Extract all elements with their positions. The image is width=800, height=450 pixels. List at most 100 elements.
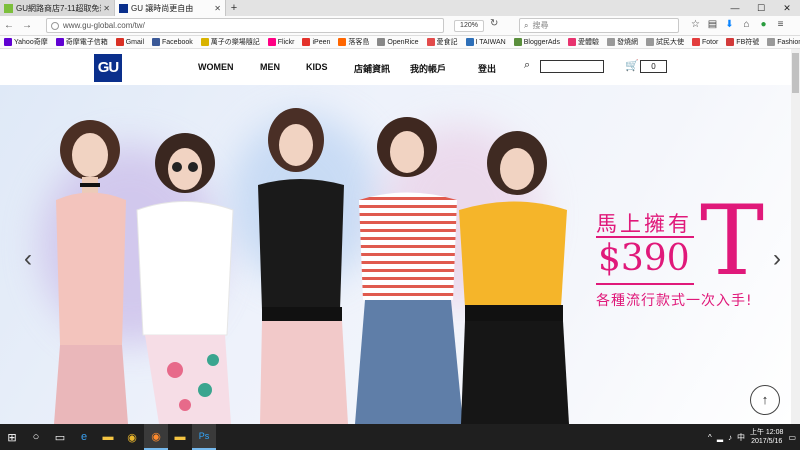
tray-chevron-icon[interactable]: ^ [708, 433, 712, 442]
url-text: www.gu-global.com/tw/ [63, 21, 145, 30]
tab-bar: GU網路商店7-11超取免運費 ✕ GU 讓時尚更自由 ✕ + — ☐ ✕ [0, 0, 800, 16]
bookmark-item[interactable]: OpenRice [373, 38, 422, 46]
firefox-icon[interactable]: ◉ [144, 424, 168, 450]
clock-time: 上午 12:08 [749, 429, 784, 436]
file-explorer-icon[interactable]: ▬ [96, 424, 120, 450]
taskbar: ⊞ ○ ▭ e ▬ ◉ ◉ ▬ Ps ^ ▂ ♪ 中 上午 12:08 2017… [0, 424, 800, 450]
bookmark-item[interactable]: 發燒網 [603, 37, 642, 47]
close-tab-icon[interactable]: ✕ [103, 4, 110, 13]
bookmark-item[interactable]: FashionGuide [763, 38, 800, 46]
nav-my-account[interactable]: 我的帳戶 [410, 62, 446, 75]
model-white-top [136, 133, 234, 424]
bookmark-item[interactable]: FB符號 [722, 37, 763, 47]
page-scrollbar[interactable] [791, 49, 800, 424]
bookmark-favicon-icon [152, 38, 161, 46]
close-window-icon[interactable]: ✕ [774, 0, 800, 16]
tab-gu-home[interactable]: GU 讓時尚更自由 ✕ [115, 0, 226, 16]
search-box[interactable]: ⌕ 搜尋 [519, 18, 679, 33]
bookmark-item[interactable]: Fotor [688, 38, 722, 46]
bookmark-label: 落客島 [348, 39, 370, 46]
new-tab-button[interactable]: + [226, 0, 242, 16]
toolbar-icons: ☆ ▤ ⬇ ⌂ ● ≡ [688, 19, 788, 30]
model-yellow-top [459, 131, 569, 424]
prev-slide-icon[interactable]: ‹ [24, 245, 32, 273]
zoom-level[interactable]: 120% [454, 20, 484, 32]
reload-icon[interactable]: ↻ [490, 18, 498, 29]
bookmark-item[interactable]: iPeen [298, 38, 334, 46]
bookmark-item[interactable]: Flickr [264, 38, 299, 46]
bookmark-favicon-icon [767, 38, 776, 46]
site-search-input[interactable] [540, 60, 604, 73]
ime-icon[interactable]: 中 [737, 432, 745, 443]
tab-gu-shop[interactable]: GU網路商店7-11超取免運費 ✕ [0, 0, 115, 16]
bookmark-star-icon[interactable]: ☆ [688, 19, 703, 30]
bookmark-item[interactable]: 愛體驗 [564, 37, 603, 47]
bookmark-item[interactable]: Facebook [148, 38, 197, 46]
edge-icon[interactable]: e [72, 424, 96, 450]
bookmark-item[interactable]: 試民大使 [642, 37, 688, 47]
bookmark-label: Facebook [162, 38, 193, 46]
promo-price: $390 [598, 238, 690, 279]
library-icon[interactable]: ▤ [705, 19, 720, 30]
bookmark-favicon-icon [645, 38, 654, 46]
site-info-icon[interactable] [51, 21, 59, 30]
window-controls: — ☐ ✕ [722, 0, 800, 16]
search-icon[interactable]: ○ [24, 424, 48, 450]
network-icon[interactable]: ▂ [717, 433, 723, 442]
clock[interactable]: 上午 12:08 2017/5/16 [750, 428, 783, 446]
promo-subline: 各種流行款式一次入手! [596, 293, 753, 309]
bookmark-favicon-icon [726, 38, 735, 46]
minimize-icon[interactable]: — [722, 0, 748, 16]
back-to-top-button[interactable]: ↑ [750, 385, 780, 415]
gu-logo[interactable]: GU [94, 54, 122, 82]
bookmark-label: 萬子の樂場隨記 [210, 39, 260, 46]
system-tray: ^ ▂ ♪ 中 上午 12:08 2017/5/16 ▭ [708, 424, 796, 450]
nav-store-info[interactable]: 店鋪資訊 [354, 62, 390, 75]
bookmark-item[interactable]: BloggerAds [510, 38, 564, 46]
nav-logout[interactable]: 登出 [478, 62, 496, 75]
scroll-thumb[interactable] [792, 53, 799, 93]
folder-icon[interactable]: ▬ [168, 424, 192, 450]
bookmark-item[interactable]: 愛食記 [423, 37, 462, 47]
menu-icon[interactable]: ≡ [773, 19, 788, 30]
bookmark-item[interactable]: Yahoo奇摩 [0, 37, 52, 47]
volume-icon[interactable]: ♪ [728, 433, 732, 442]
windows-start-icon[interactable]: ⊞ [0, 424, 24, 450]
extension-icon[interactable]: ● [756, 19, 771, 30]
back-icon[interactable]: ← [0, 20, 18, 31]
cart-count[interactable]: 0 [640, 60, 667, 73]
bookmark-favicon-icon [426, 38, 435, 46]
home-icon[interactable]: ⌂ [739, 19, 754, 30]
close-tab-icon[interactable]: ✕ [214, 4, 221, 13]
bookmark-item[interactable]: I TAIWAN [462, 38, 510, 46]
cart-icon[interactable]: 🛒 [625, 59, 639, 72]
promo-big-letter: T [700, 185, 765, 297]
bookmark-item[interactable]: 奇摩電子信箱 [52, 37, 112, 47]
search-placeholder: 搜尋 [532, 21, 549, 30]
bookmark-label: 試民大使 [655, 39, 684, 46]
gu-favicon-icon [119, 3, 128, 13]
nav-men[interactable]: MEN [260, 62, 280, 72]
clock-date: 2017/5/16 [751, 438, 783, 445]
nav-women[interactable]: WOMEN [198, 62, 234, 72]
address-bar[interactable]: www.gu-global.com/tw/ [46, 18, 444, 33]
nav-kids[interactable]: KIDS [306, 62, 328, 72]
bookmark-item[interactable]: 萬子の樂場隨記 [197, 37, 264, 47]
bookmark-label: Fotor [701, 38, 719, 46]
promo-headline: 馬上擁有 [596, 212, 692, 236]
download-icon[interactable]: ⬇ [722, 19, 737, 30]
task-view-icon[interactable]: ▭ [48, 424, 72, 450]
chrome-icon[interactable]: ◉ [120, 424, 144, 450]
screen: { "browser": { "tabs": [ {"title": "GU網路… [0, 0, 800, 450]
forward-icon[interactable]: → [18, 20, 36, 31]
notification-icon[interactable]: ▭ [788, 433, 796, 442]
bookmark-item[interactable]: Gmail [112, 38, 148, 46]
hero-banner[interactable]: ‹ › 馬上擁有 $390 T 各種流行款式一次入手! ↑ [0, 85, 791, 424]
next-slide-icon[interactable]: › [773, 245, 781, 273]
bookmark-favicon-icon [267, 38, 276, 46]
search-icon[interactable]: ⌕ [524, 59, 530, 72]
maximize-icon[interactable]: ☐ [748, 0, 774, 16]
bookmark-item[interactable]: 落客島 [334, 37, 373, 47]
photoshop-icon[interactable]: Ps [192, 424, 216, 450]
tab-title: GU網路商店7-11超取免運費 [16, 3, 101, 13]
